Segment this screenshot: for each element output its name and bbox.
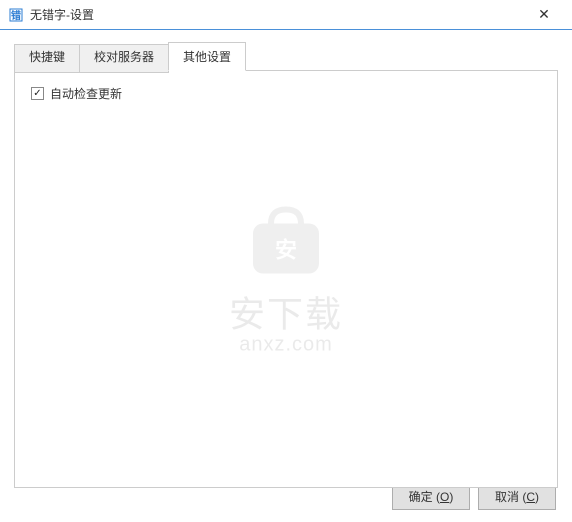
checkmark-icon: ✓ — [33, 89, 41, 99]
svg-text:错: 错 — [11, 9, 21, 22]
auto-update-label: 自动检查更新 — [50, 85, 122, 102]
auto-update-row: ✓ 自动检查更新 — [31, 85, 541, 102]
settings-panel: ✓ 自动检查更新 安 安下载 anxz.com — [14, 70, 558, 488]
watermark-text: 安下载 — [229, 286, 343, 338]
tab-other-settings[interactable]: 其他设置 — [168, 42, 246, 71]
tab-strip: 快捷键 校对服务器 其他设置 — [14, 42, 558, 71]
auto-update-checkbox[interactable]: ✓ — [31, 87, 44, 100]
window-title: 无错字-设置 — [30, 6, 524, 23]
tab-proofreading-server[interactable]: 校对服务器 — [79, 44, 169, 73]
tab-shortcuts[interactable]: 快捷键 — [14, 44, 80, 73]
svg-text:安: 安 — [275, 238, 297, 263]
watermark-bag-icon: 安 — [229, 202, 343, 282]
titlebar: 错 无错字-设置 ✕ — [0, 0, 572, 30]
watermark-subtext: anxz.com — [229, 334, 343, 357]
close-button[interactable]: ✕ — [524, 1, 564, 29]
content-area: 快捷键 校对服务器 其他设置 ✓ 自动检查更新 安 安下载 anxz.com — [0, 30, 572, 488]
close-icon: ✕ — [538, 6, 550, 23]
app-icon: 错 — [8, 7, 24, 23]
watermark: 安 安下载 anxz.com — [229, 202, 343, 357]
